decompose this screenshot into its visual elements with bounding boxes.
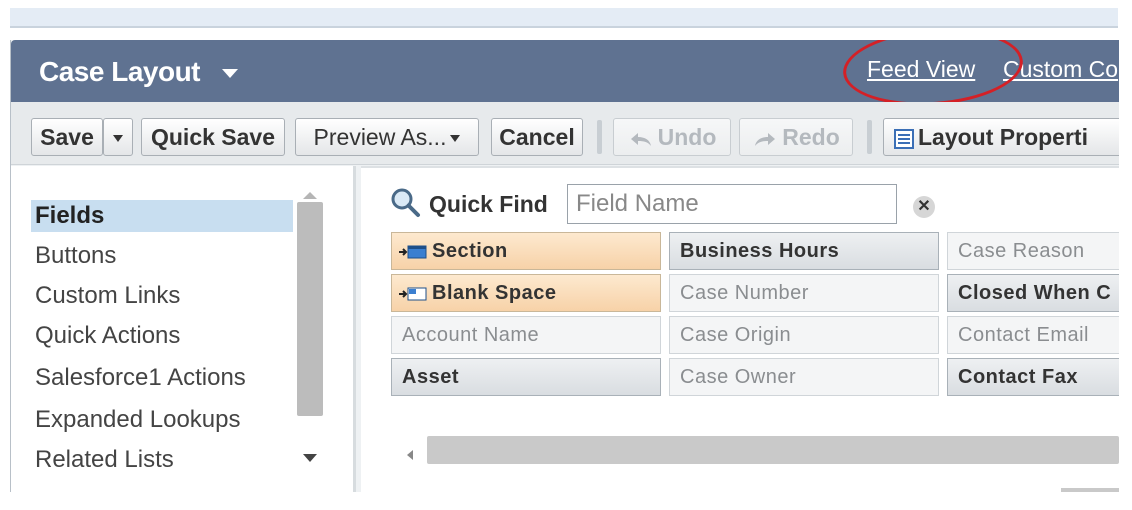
field-label: Account Name [402,324,540,346]
undo-icon [630,132,651,146]
field-case-owner[interactable]: Case Owner [669,358,939,396]
preview-as-label: Preview As... [313,124,447,150]
layout-properties-icon [894,128,914,149]
cancel-button[interactable]: Cancel [491,118,583,156]
layout-properties-button[interactable]: Layout Properti [883,118,1119,156]
scroll-left-icon[interactable] [407,450,413,460]
custom-console-link[interactable]: Custom Co [1003,56,1118,83]
palette-item-quick-actions[interactable]: Quick Actions [35,322,180,350]
field-case-origin[interactable]: Case Origin [669,316,939,354]
field-asset[interactable]: Asset [391,358,661,396]
section-icon [399,245,427,259]
preview-as-button[interactable]: Preview As... [295,118,479,156]
field-section[interactable]: Section [391,232,661,270]
palette-scrollbar[interactable] [297,202,323,416]
search-icon [391,188,420,217]
field-label: Section [432,240,508,262]
browser-top-strip [10,8,1118,28]
quick-find-label: Quick Find [429,191,548,217]
field-label: Case Number [680,282,809,304]
title-dropdown-icon[interactable] [222,69,238,78]
redo-label: Redo [782,124,840,150]
page-title[interactable]: Case Layout [39,56,201,88]
field-label: Contact Fax [958,366,1078,388]
blank-space-icon [399,287,427,301]
palette-item-fields[interactable]: Fields [31,200,293,232]
save-dropdown-button[interactable] [103,118,133,156]
feed-view-link[interactable]: Feed View [867,56,975,83]
toolbar: Save Quick Save Preview As... Cancel Und… [11,102,1119,165]
palette-category-list: Fields Buttons Custom Links Quick Action… [11,166,356,492]
undo-button[interactable]: Undo [613,118,731,156]
palette-item-related-lists[interactable]: Related Lists [35,446,174,474]
layout-editor: Case Layout Feed View Custom Co Save Qui… [10,40,1119,492]
clear-search-icon[interactable]: ✕ [913,196,935,218]
redo-button[interactable]: Redo [739,118,853,156]
field-label: Blank Space [432,282,557,304]
field-label: Case Origin [680,324,792,346]
field-label: Asset [402,366,459,388]
field-label: Case Reason [958,240,1085,262]
field-label: Case Owner [680,366,797,388]
field-case-number[interactable]: Case Number [669,274,939,312]
undo-label: Undo [657,124,717,150]
field-palette: Quick Find ✕ Section Business Hours Case… [361,166,1119,492]
field-contact-email[interactable]: Contact Email [947,316,1119,354]
palette-item-expanded-lookups[interactable]: Expanded Lookups [35,406,241,434]
page-header: Case Layout Feed View Custom Co [11,40,1119,112]
field-contact-fax[interactable]: Contact Fax [947,358,1119,396]
field-case-reason[interactable]: Case Reason [947,232,1119,270]
palette-item-buttons[interactable]: Buttons [35,242,116,270]
field-label: Closed When C [958,282,1112,304]
field-account-name[interactable]: Account Name [391,316,661,354]
field-label: Contact Email [958,324,1089,346]
save-button[interactable]: Save [31,118,103,156]
field-business-hours[interactable]: Business Hours [669,232,939,270]
quick-find-input[interactable] [567,184,897,224]
horizontal-scrollbar[interactable] [427,436,1119,464]
save-label: Save [40,124,94,150]
layout-properties-label: Layout Properti [918,124,1088,150]
scroll-down-icon[interactable] [303,454,317,462]
field-blank-space[interactable]: Blank Space [391,274,661,312]
bottom-scroll-edge [1061,488,1119,492]
redo-icon [755,132,776,146]
palette-item-salesforce1-actions[interactable]: Salesforce1 Actions [35,364,246,392]
palette-item-custom-links[interactable]: Custom Links [35,282,180,310]
toolbar-divider [867,120,872,154]
field-label: Business Hours [680,240,840,262]
chevron-down-icon [113,135,123,143]
toolbar-divider [597,120,602,154]
chevron-down-icon [450,135,461,143]
quick-save-button[interactable]: Quick Save [141,118,285,156]
field-closed-when-created[interactable]: Closed When C [947,274,1119,312]
scroll-up-icon[interactable] [303,192,317,199]
